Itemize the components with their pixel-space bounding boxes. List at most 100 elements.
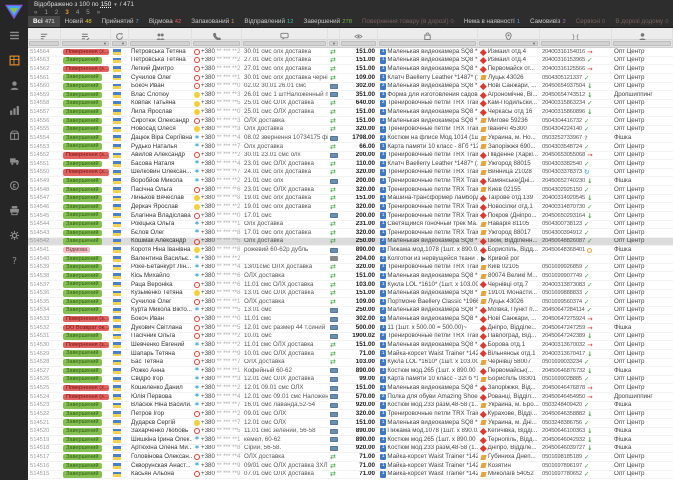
table-row[interactable]: 514526 Завершений Свідро Ігор * +380 ** *… — [28, 375, 673, 385]
table-row[interactable]: 514529 Завершений Шапарь Тетяна +380 ** … — [28, 349, 673, 359]
table-row[interactable]: 514554 Завершений Дацюк Віра Сергіївна *… — [28, 134, 673, 143]
tab-Повернення товару (в дорозі)[interactable]: Повернення товару (в дорозі) 0 — [357, 16, 459, 27]
table-row[interactable]: 514535 Завершений Сучилов Олег +380 ** *… — [28, 298, 673, 307]
table-row[interactable]: 514525 Повернення (з... Кошеленко Данил … — [28, 384, 673, 393]
tab-Новий[interactable]: Новий 48 — [60, 16, 97, 27]
table-row[interactable]: 514522 Завершений Петров Ігор +380 ** **… — [28, 410, 673, 419]
table-row[interactable]: 514541 Відмова Коротя Ніна Іванівна +380… — [28, 246, 673, 255]
tab-label: Нема в наявності — [463, 18, 515, 25]
filter-id[interactable] — [29, 40, 59, 47]
filter-manager[interactable] — [613, 40, 671, 47]
page-button-4[interactable]: 4 — [76, 9, 79, 16]
table-row[interactable]: 514532 DO Возврат ок... Дукович Світлана… — [28, 324, 673, 333]
tab-Запакований[interactable]: Запакований 1 — [186, 16, 239, 27]
table-row[interactable]: 514553 Завершений Рудько Наталья * +380 *… — [28, 142, 673, 152]
tab-Всі[interactable]: Всі 471 — [28, 16, 60, 27]
table-row[interactable]: 514539 Завершений Роке-Бетанкурт Лін... … — [28, 263, 673, 273]
table-row[interactable]: 514523 Завершений Власюк Ніна Васили... … — [28, 401, 673, 411]
table-row[interactable]: 514537 Завершений Раца Вероніка +380 ** … — [28, 280, 673, 290]
table-row[interactable]: 514533 Повернення (з... Бокоч Иван +380 … — [28, 315, 673, 324]
table-row[interactable]: 514551 Завершений Басова Наталя * +380 **… — [28, 160, 673, 169]
table-row[interactable]: 514561 Завершений Сучилов Олег +380 ** *… — [28, 73, 673, 83]
tab-Самовивіз[interactable]: Самовивіз 2 — [525, 16, 571, 27]
table-row[interactable]: 514538 Завершений Кісь Михайло * +380 ** … — [28, 272, 673, 281]
table-row[interactable]: 514550 Повернення (з... Шелковин Олексан… — [28, 168, 673, 178]
table-row[interactable]: 514536 Завершений Кузьменко Тетяна +380 … — [28, 289, 673, 299]
filter-ttn[interactable] — [541, 40, 610, 47]
sidebar-item-menu[interactable] — [0, 24, 28, 49]
carrier-icon — [480, 402, 487, 408]
filter-phone[interactable] — [193, 40, 240, 47]
page-button-3[interactable]: 3 — [65, 9, 68, 16]
page-button-1[interactable]: 1 — [44, 9, 47, 16]
filter-pay[interactable]: ▼ — [329, 40, 338, 47]
first-page-button[interactable]: « — [34, 9, 37, 16]
tab-Відправлений[interactable]: Відправлений 12 — [239, 16, 298, 27]
table-row[interactable]: 514524 Повернення (з... Юлія Первова * +3… — [28, 393, 673, 402]
page-button-5[interactable]: 5 — [86, 9, 89, 16]
table-row[interactable]: 514520 Завершений Захарченко Любовь +380… — [28, 427, 673, 437]
table-row[interactable]: 514531 Завершений Пасічник Ольга +380 **… — [28, 332, 673, 342]
table-row[interactable]: 514556 Завершений Сиротюк Олександр +380… — [28, 117, 673, 126]
phone-number: +380 ** *** **7 — [201, 418, 241, 426]
sidebar-item-clients[interactable] — [0, 74, 28, 99]
filter-status[interactable]: ▼ — [62, 40, 109, 47]
filter-delivery[interactable]: ▼ — [479, 40, 538, 47]
page-button-2[interactable]: 2 — [55, 9, 58, 16]
table-row[interactable]: 514540 Завершений Валентина Васильє... *… — [28, 255, 673, 264]
last-page-button[interactable]: » — [97, 9, 100, 16]
table-row[interactable]: 514557 Завершений Лила Ярослав +380 ** *… — [28, 108, 673, 117]
table-row[interactable]: 514546 Завершений Деркач Ярослав +380 **… — [28, 203, 673, 212]
sidebar-item-print[interactable] — [0, 199, 28, 224]
ukraine-flag-icon — [113, 428, 121, 435]
table-row[interactable]: 514534 Завершений Курта Микола Вікто... … — [28, 306, 673, 316]
phone-number: +380 ** *** **2 — [201, 255, 241, 262]
table-row[interactable]: 514545 Завершений Благінна Владіслава +3… — [28, 211, 673, 221]
tab-Прийнятий[interactable]: Прийнятий 7 — [97, 16, 144, 27]
table-row[interactable]: 514548 Завершений Пасічна Ольга +380 ** … — [28, 186, 673, 195]
tab-Відмова[interactable]: Відмова 42 — [144, 16, 186, 27]
table-row[interactable]: 514517 Завершений Головінова Олексан... … — [28, 453, 673, 462]
payment-icon — [330, 256, 338, 262]
table-row[interactable]: 514563 Завершений Петровська Тетяна +380… — [28, 56, 673, 66]
table-row[interactable]: 514518 Завершений Артюхіна Олена Ми... *… — [28, 444, 673, 454]
table-row[interactable]: 514552 Повернення (з... Авилов Александр… — [28, 151, 673, 161]
page-size-dropdown[interactable]: 150 — [101, 1, 112, 8]
table-row[interactable]: 514560 Завершений Бокоч Иван +380 ** ***… — [28, 82, 673, 92]
table-row[interactable]: 514515 Завершений Касьян Альона +380 ** … — [28, 470, 673, 480]
table-row[interactable]: 514558 Завершений Ковпак Татьяна +380 **… — [28, 99, 673, 109]
table-row[interactable]: 514516 Завершений Скворунская Анаст... *… — [28, 462, 673, 471]
filter-comment[interactable] — [243, 40, 326, 47]
table-row[interactable]: 514562 Повернення (з... Легкий Дмитро +3… — [28, 65, 673, 74]
table-row[interactable]: 514521 Завершений Дударєв Сергій +380 **… — [28, 418, 673, 428]
filter-product[interactable] — [379, 40, 476, 47]
table-row[interactable]: 514547 Завершений Линьков Вячеслав +380 … — [28, 194, 673, 204]
table-row[interactable]: 514519 Завершений Шишкіна Ірина Олек... … — [28, 436, 673, 445]
table-row[interactable]: 514528 Завершений Бас Тетяна +380 ** ***… — [28, 358, 673, 368]
table-row[interactable]: 514555 Завершений Новосад Олеся +380 ** … — [28, 125, 673, 135]
table-row[interactable]: 514527 Завершений Рожко Анна * +380 ** **… — [28, 367, 673, 376]
sidebar-item-statistics[interactable] — [0, 99, 28, 124]
table-row[interactable]: 514530 Повернення (з... Шевченко Евгений… — [28, 341, 673, 350]
filter-name[interactable] — [130, 40, 190, 47]
sidebar-item-payments[interactable] — [0, 174, 28, 199]
tab-Завершений[interactable]: Завершений 278 — [299, 16, 358, 27]
sidebar-item-products[interactable] — [0, 124, 28, 149]
sidebar-item-help[interactable]: ? — [0, 249, 28, 274]
filter-flag[interactable]: ▼ — [112, 40, 127, 47]
payment-icon — [330, 420, 338, 426]
product-name: Полка для обуви Amazing Shoe ... — [387, 393, 478, 400]
sidebar-item-shipments[interactable] — [0, 149, 28, 174]
filter-price[interactable] — [341, 40, 376, 47]
table-row[interactable]: 514549 Завершений Воробйов Микола * +380 … — [28, 177, 673, 186]
table-row[interactable]: 514559 Завершений Влас Слотюу +380 ** **… — [28, 91, 673, 100]
table-row[interactable]: 514542 Завершений Кошмак Александр +380 … — [28, 237, 673, 247]
table-row[interactable]: 514544 Завершений Рокіцька Ольга * +380 *… — [28, 220, 673, 230]
tab-Нема в наявності[interactable]: Нема в наявності 1 — [459, 16, 525, 27]
tab-Сервісні[interactable]: Сервісні 0 — [571, 16, 611, 27]
table-row[interactable]: 514543 Завершений Бєлов Олег * +380 ** **… — [28, 229, 673, 238]
tab-В дорозі додому[interactable]: В дорозі додому 0 — [610, 16, 673, 27]
sidebar-item-orders[interactable] — [0, 49, 28, 74]
table-row[interactable]: 514564 Повернення (з... Петровська Тетян… — [28, 48, 673, 57]
sidebar-item-settings[interactable] — [0, 224, 28, 249]
